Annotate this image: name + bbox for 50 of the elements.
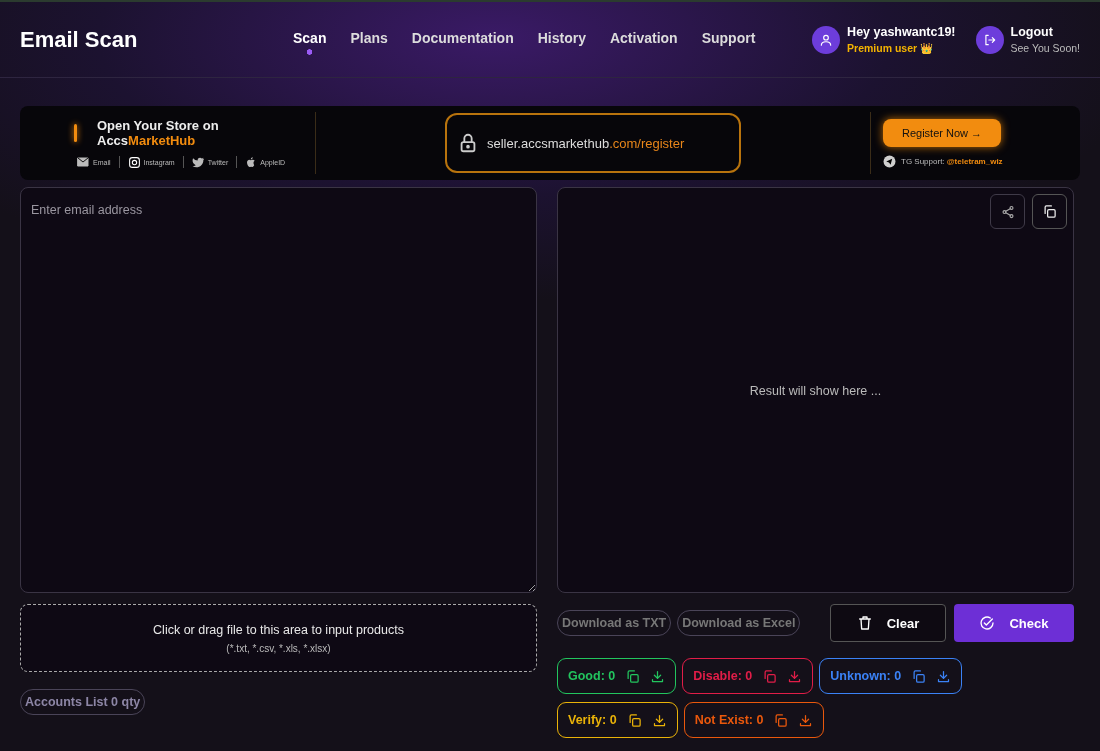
social-icon (127, 155, 141, 169)
app-logo: Email Scan (20, 26, 139, 53)
support-text: TG Support: @teletram_wiz (901, 156, 1003, 166)
dropzone-title: Click or drag file to this area to input products (153, 622, 404, 637)
share-icon (1000, 204, 1015, 219)
download-icon[interactable] (650, 668, 666, 684)
status-label: Not Exist: 0 (694, 713, 764, 727)
status-label: Good: 0 (568, 669, 616, 683)
clear-button[interactable]: Clear (830, 604, 946, 642)
send-icon (883, 154, 896, 168)
logout-link[interactable]: Logout (1010, 25, 1080, 39)
copy-icon[interactable] (773, 712, 789, 728)
copy-icon[interactable] (762, 668, 778, 684)
download-icon[interactable] (651, 712, 667, 728)
copy-icon[interactable] (626, 712, 642, 728)
copy-button[interactable] (1032, 194, 1067, 229)
status-label: Disable: 0 (693, 669, 753, 683)
copy-icon (1042, 204, 1057, 219)
file-dropzone[interactable]: Click or drag file to this area to input products (*.txt, *.csv, *.xls, *.xlsx) (20, 604, 537, 672)
logout-subtitle: See You Soon! (1010, 42, 1080, 54)
result-field[interactable]: Result will show here ... (557, 187, 1074, 593)
user-greeting: Hey yashwantc19! (847, 24, 956, 39)
share-button[interactable] (990, 194, 1025, 229)
copy-icon[interactable] (625, 668, 641, 684)
check-circle-icon (979, 615, 996, 631)
user-plan: Premium user 👑 (847, 41, 935, 55)
logout-icon (975, 25, 1004, 54)
nav-link[interactable]: Activation (603, 24, 684, 55)
banner-headline: Open Your Store on (97, 117, 219, 133)
copy-icon[interactable] (911, 668, 927, 684)
nav-link[interactable]: History (531, 24, 592, 55)
download-icon[interactable] (787, 668, 803, 684)
nav-link[interactable]: Support (695, 24, 762, 55)
brand-name: AccsMarketHub (97, 132, 197, 148)
download-icon[interactable] (798, 712, 814, 728)
social-icon (76, 156, 90, 168)
user-avatar-icon (812, 25, 841, 54)
dropzone-formats: (*.txt, *.csv, *.xls, *.xlsx) (226, 642, 331, 654)
register-button[interactable]: Register Now → (883, 118, 1001, 147)
url-text: seller.accsmarkethub.com/register (487, 135, 685, 151)
social-icon (191, 155, 205, 169)
email-input[interactable]: Enter email address (20, 187, 537, 593)
trash-icon (856, 615, 873, 631)
nav-link[interactable]: Plans (344, 24, 394, 55)
accent-bar (74, 123, 77, 142)
check-button[interactable]: Check (954, 604, 1074, 642)
status-label: Unknown: 0 (830, 669, 902, 683)
status-label: Verify: 0 (568, 713, 617, 727)
nav-link[interactable]: Documentation (405, 24, 520, 55)
download-icon[interactable] (936, 668, 952, 684)
